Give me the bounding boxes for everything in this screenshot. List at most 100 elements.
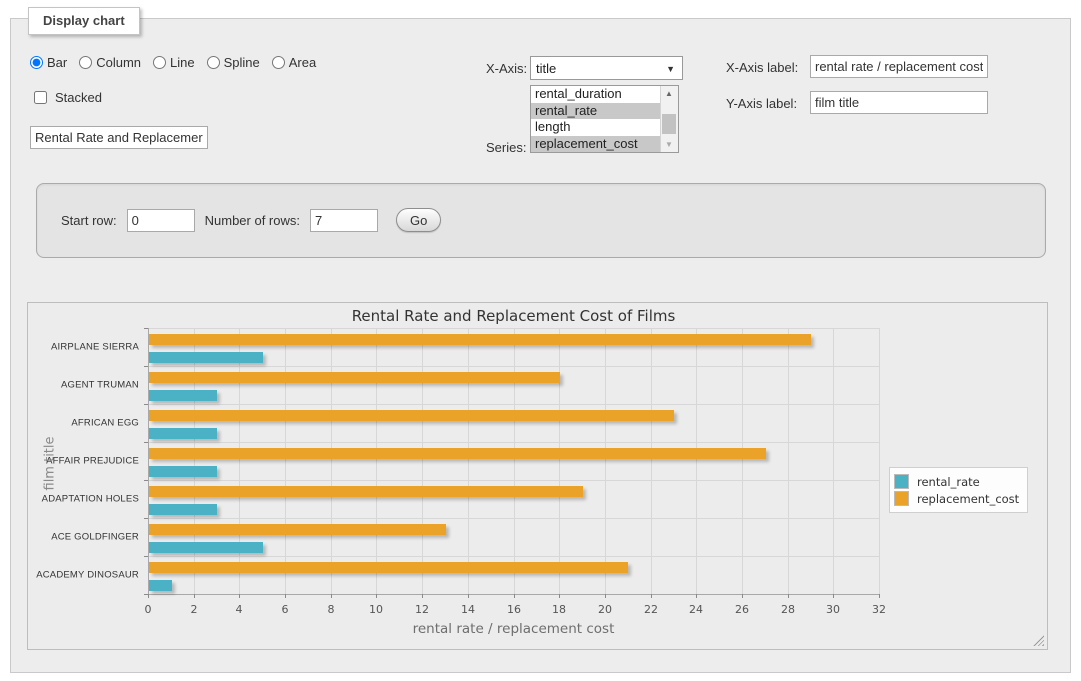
x-tick <box>148 594 149 598</box>
x-axis-title: rental rate / replacement cost <box>413 621 615 637</box>
x-tick <box>559 594 560 598</box>
radio-label-line[interactable]: Line <box>153 55 195 70</box>
y-axis-label-input[interactable] <box>810 91 988 114</box>
radio-bar[interactable] <box>30 56 43 69</box>
x-tick <box>742 594 743 598</box>
scrollbar-thumb[interactable] <box>662 114 676 134</box>
series-option-replacement_cost[interactable]: replacement_cost <box>531 136 661 153</box>
y-tick <box>144 404 148 405</box>
y-axis-title: film title <box>43 431 58 491</box>
chart-type-radio-group: Bar Column Line Spline Area <box>30 55 322 70</box>
start-row-input[interactable] <box>127 209 195 232</box>
stacked-checkbox[interactable] <box>34 91 47 104</box>
series-option-rental_duration[interactable]: rental_duration <box>531 86 661 103</box>
bar-rental_rate <box>149 466 217 477</box>
series-option-length[interactable]: length <box>531 119 661 136</box>
radio-label-area[interactable]: Area <box>272 55 316 70</box>
gridline-vertical <box>422 328 423 594</box>
x-tick <box>605 594 606 598</box>
x-tick-label: 30 <box>826 603 840 616</box>
plot-area: 02468101214161820222426283032AIRPLANE SI… <box>148 328 879 594</box>
x-axis-select-label: X-Axis: <box>486 61 527 76</box>
y-category-label: ACE GOLDFINGER <box>29 532 139 543</box>
x-axis-label-label: X-Axis label: <box>726 60 798 75</box>
series-options: rental_durationrental_ratelengthreplacem… <box>531 86 661 152</box>
page: Display chart Bar Column Line Spline Area St… <box>0 0 1081 681</box>
y-axis-line <box>148 328 149 594</box>
gridline-vertical <box>559 328 560 594</box>
x-tick <box>331 594 332 598</box>
legend-entry: replacement_cost <box>894 491 1019 506</box>
series-option-rental_rate[interactable]: rental_rate <box>531 103 661 120</box>
gridline-vertical <box>879 328 880 594</box>
x-tick-label: 6 <box>282 603 289 616</box>
gridline-vertical <box>651 328 652 594</box>
radio-area[interactable] <box>272 56 285 69</box>
radio-label-column[interactable]: Column <box>79 55 141 70</box>
gridline-vertical <box>239 328 240 594</box>
legend-entry: rental_rate <box>894 474 1019 489</box>
radio-spline[interactable] <box>207 56 220 69</box>
x-tick-label: 10 <box>369 603 383 616</box>
bar-replacement_cost <box>149 334 811 345</box>
x-tick <box>833 594 834 598</box>
gridline-vertical <box>376 328 377 594</box>
gridline-vertical <box>605 328 606 594</box>
x-tick <box>468 594 469 598</box>
gridline-horizontal <box>148 442 879 443</box>
x-tick-label: 8 <box>328 603 335 616</box>
bar-replacement_cost <box>149 410 674 421</box>
x-tick-label: 12 <box>415 603 429 616</box>
fieldset-legend-title: Display chart <box>28 7 140 35</box>
x-axis-select[interactable]: title ▼ <box>530 56 683 80</box>
go-button[interactable]: Go <box>396 208 441 232</box>
gridline-horizontal <box>148 556 879 557</box>
x-tick-label: 20 <box>598 603 612 616</box>
x-tick <box>514 594 515 598</box>
series-listbox[interactable]: rental_durationrental_ratelengthreplacem… <box>530 85 679 153</box>
select-dropdown-arrow-icon: ▼ <box>666 64 675 74</box>
x-tick-label: 28 <box>781 603 795 616</box>
x-tick <box>376 594 377 598</box>
gridline-horizontal <box>148 518 879 519</box>
x-axis-label-input[interactable] <box>810 55 988 78</box>
bar-rental_rate <box>149 504 217 515</box>
legend-label: rental_rate <box>917 475 980 489</box>
y-category-label: AIRPLANE SIERRA <box>29 342 139 353</box>
bar-rental_rate <box>149 428 217 439</box>
chart-title: Rental Rate and Replacement Cost of Film… <box>352 307 676 325</box>
bar-replacement_cost <box>149 448 766 459</box>
x-tick <box>239 594 240 598</box>
y-tick <box>144 518 148 519</box>
scrollbar-down-arrow-icon[interactable]: ▼ <box>661 137 677 152</box>
start-row-label: Start row: <box>61 213 117 228</box>
resize-handle[interactable] <box>1033 635 1044 646</box>
row-range-controls: Start row: Number of rows: Go <box>61 208 441 232</box>
bar-rental_rate <box>149 352 263 363</box>
radio-column[interactable] <box>79 56 92 69</box>
bar-rental_rate <box>149 580 172 591</box>
series-listbox-scrollbar[interactable]: ▲ ▼ <box>660 86 678 152</box>
chart-legend: rental_rate replacement_cost <box>889 467 1028 513</box>
row-range-panel: Start row: Number of rows: Go <box>36 183 1046 258</box>
x-tick-label: 2 <box>191 603 198 616</box>
stacked-label[interactable]: Stacked <box>55 90 102 105</box>
y-tick <box>144 366 148 367</box>
radio-label-spline[interactable]: Spline <box>207 55 260 70</box>
x-tick-label: 22 <box>644 603 658 616</box>
y-category-label: AFRICAN EGG <box>29 418 139 429</box>
chart-title-input[interactable] <box>30 126 208 149</box>
radio-label-bar[interactable]: Bar <box>30 55 67 70</box>
scrollbar-up-arrow-icon[interactable]: ▲ <box>661 86 677 101</box>
radio-line[interactable] <box>153 56 166 69</box>
bar-rental_rate <box>149 542 263 553</box>
gridline-vertical <box>788 328 789 594</box>
x-tick-label: 4 <box>236 603 243 616</box>
y-axis-label-label: Y-Axis label: <box>726 96 797 111</box>
gridline-vertical <box>696 328 697 594</box>
num-rows-input[interactable] <box>310 209 378 232</box>
bar-rental_rate <box>149 390 217 401</box>
legend-swatch-replacement_cost <box>894 491 909 506</box>
bar-replacement_cost <box>149 562 628 573</box>
gridline-vertical <box>194 328 195 594</box>
